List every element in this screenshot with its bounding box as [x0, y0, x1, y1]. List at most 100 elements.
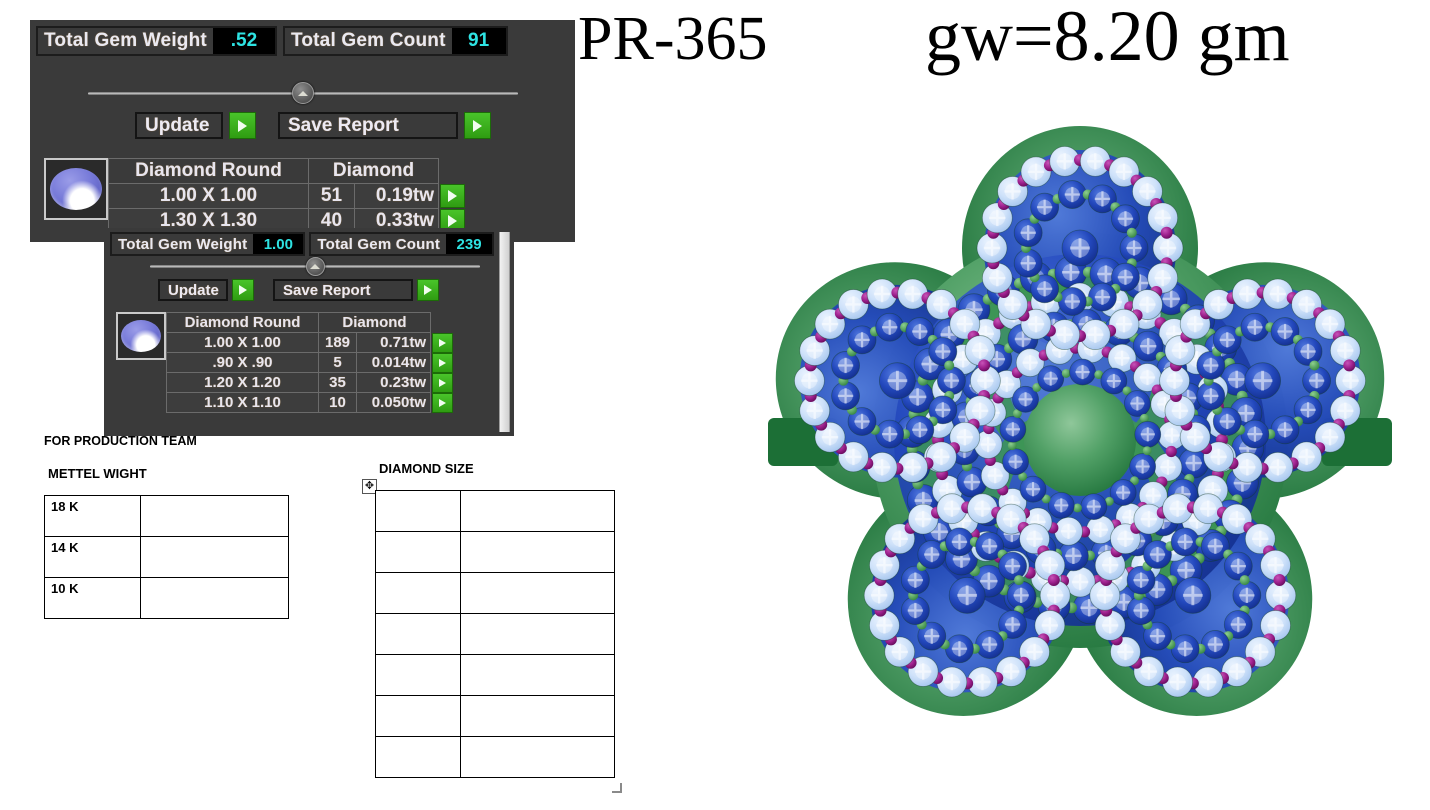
total-gem-count-value-2: 239 — [446, 234, 492, 254]
style-number-heading: PR-365 — [578, 8, 767, 70]
play-arrow-icon — [439, 379, 446, 387]
diamond-value-cell[interactable] — [461, 737, 615, 778]
row-go-button[interactable] — [432, 353, 453, 373]
slider-knob-collapse-2[interactable] — [306, 257, 325, 276]
panel-slider-1[interactable] — [88, 82, 518, 104]
totals-row-2: Total Gem Weight 1.00 Total Gem Count 23… — [110, 232, 494, 256]
play-arrow-icon — [448, 190, 457, 202]
total-gem-count-value-1: 91 — [452, 28, 506, 54]
total-gem-count-label-1: Total Gem Count — [285, 28, 452, 54]
update-button-2[interactable]: Update — [158, 279, 228, 301]
update-button-label-1: Update — [137, 115, 217, 137]
diamond-size-table — [375, 490, 615, 778]
total-gem-weight-value-1: .52 — [213, 28, 275, 54]
table-row: 1.10 X 1.10 10 0.050tw — [167, 393, 454, 413]
play-arrow-icon — [239, 285, 247, 295]
update-button-1[interactable]: Update — [135, 112, 223, 139]
update-go-button-2[interactable] — [232, 279, 254, 301]
table-row — [376, 491, 615, 532]
save-report-button-1[interactable]: Save Report — [278, 112, 458, 139]
row-count: 189 — [319, 333, 357, 353]
total-gem-weight-value-2: 1.00 — [253, 234, 303, 254]
slider-knob-collapse-1[interactable] — [292, 82, 314, 104]
diamond-size-cell[interactable] — [376, 655, 461, 696]
column-header-diamond-round: Diamond Round — [167, 313, 319, 333]
play-arrow-icon — [439, 399, 446, 407]
table-row: 14 K — [45, 537, 289, 578]
table-row — [376, 696, 615, 737]
metal-value-cell[interactable] — [141, 537, 289, 578]
play-arrow-icon — [473, 120, 482, 132]
table-row — [376, 737, 615, 778]
play-arrow-icon — [439, 359, 446, 367]
gem-table-wrap-2: Diamond Round Diamond 1.00 X 1.00 189 0.… — [116, 312, 454, 413]
panel-slider-2[interactable] — [150, 256, 480, 276]
total-gem-weight-box-1: Total Gem Weight .52 — [36, 26, 277, 56]
row-arrow-cell — [431, 353, 454, 373]
diamond-value-cell[interactable] — [461, 655, 615, 696]
table-header-row: Diamond Round Diamond — [167, 313, 454, 333]
jewelry-cad-render — [730, 80, 1430, 780]
table-row — [376, 655, 615, 696]
diamond-size-cell[interactable] — [376, 696, 461, 737]
row-count: 51 — [309, 184, 355, 209]
row-count: 35 — [319, 373, 357, 393]
row-go-button[interactable] — [432, 393, 453, 413]
diamond-size-cell[interactable] — [376, 737, 461, 778]
diamond-size-cell[interactable] — [376, 491, 461, 532]
row-tw: 0.050tw — [357, 393, 431, 413]
column-header-diamond: Diamond — [319, 313, 431, 333]
row-arrow-cell — [431, 333, 454, 353]
play-arrow-icon — [424, 285, 432, 295]
chevron-up-icon — [310, 264, 320, 269]
diamond-value-cell[interactable] — [461, 573, 615, 614]
total-gem-count-label-2: Total Gem Count — [311, 234, 446, 254]
row-go-button[interactable] — [440, 184, 465, 208]
header-arrow-spacer — [431, 313, 454, 333]
update-button-label-2: Update — [160, 282, 227, 299]
total-gem-weight-label-2: Total Gem Weight — [112, 234, 253, 254]
table-row — [376, 614, 615, 655]
row-tw: 0.19tw — [355, 184, 439, 209]
metal-karat-cell[interactable]: 14 K — [45, 537, 141, 578]
row-tw: 0.23tw — [357, 373, 431, 393]
chevron-up-icon — [298, 91, 308, 96]
gem-breakdown-table-2: Diamond Round Diamond 1.00 X 1.00 189 0.… — [166, 312, 454, 413]
metal-karat-cell[interactable]: 10 K — [45, 578, 141, 619]
for-production-team-heading: FOR PRODUCTION TEAM — [44, 434, 197, 448]
row-go-button[interactable] — [432, 373, 453, 393]
total-gem-count-box-2: Total Gem Count 239 — [309, 232, 494, 256]
diamond-size-cell[interactable] — [376, 532, 461, 573]
panel-actions-1: Update Save Report — [135, 112, 491, 139]
table-row: 1.00 X 1.00 51 0.19tw — [109, 184, 466, 209]
row-go-button[interactable] — [432, 333, 453, 353]
save-report-button-2[interactable]: Save Report — [273, 279, 413, 301]
gem-report-panel-1: Total Gem Weight .52 Total Gem Count 91 … — [30, 20, 575, 242]
gem-report-panel-2: Total Gem Weight 1.00 Total Gem Count 23… — [104, 228, 514, 436]
panel-vertical-scrollbar[interactable] — [499, 232, 510, 432]
diamond-size-cell[interactable] — [376, 573, 461, 614]
row-size: 1.00 X 1.00 — [167, 333, 319, 353]
diamond-value-cell[interactable] — [461, 614, 615, 655]
row-count: 10 — [319, 393, 357, 413]
save-report-go-button-1[interactable] — [464, 112, 491, 139]
diamond-value-cell[interactable] — [461, 491, 615, 532]
total-gem-count-box-1: Total Gem Count 91 — [283, 26, 508, 56]
metal-karat-cell[interactable]: 18 K — [45, 496, 141, 537]
table-row — [376, 532, 615, 573]
metal-value-cell[interactable] — [141, 578, 289, 619]
gross-weight-heading: gw=8.20 gm — [925, 0, 1290, 72]
update-go-button-1[interactable] — [229, 112, 256, 139]
metal-weight-heading: METTEL WIGHT — [48, 466, 147, 481]
save-report-go-button-2[interactable] — [417, 279, 439, 301]
gem-table-wrap-1: Diamond Round Diamond 1.00 X 1.00 51 0.1… — [44, 158, 466, 234]
diamond-value-cell[interactable] — [461, 532, 615, 573]
play-arrow-icon — [439, 339, 446, 347]
diamond-size-cell[interactable] — [376, 614, 461, 655]
metal-value-cell[interactable] — [141, 496, 289, 537]
play-arrow-icon — [448, 215, 457, 227]
table-row: 1.20 X 1.20 35 0.23tw — [167, 373, 454, 393]
table-resize-handle[interactable] — [612, 783, 622, 793]
row-size: 1.10 X 1.10 — [167, 393, 319, 413]
diamond-value-cell[interactable] — [461, 696, 615, 737]
